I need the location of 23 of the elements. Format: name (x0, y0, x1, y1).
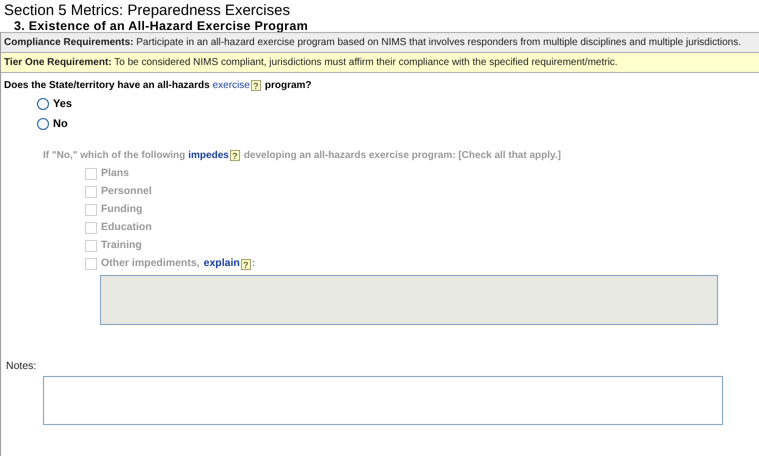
metric-title: 3. Existence of an All-Hazard Exercise Program (13, 20, 310, 32)
notes-label: Notes: (5, 359, 38, 374)
section-title: Section 5 Metrics: Preparedness Exercises (3, 1, 291, 20)
impediment-question: If "No," which of the following (43, 149, 186, 163)
question-text: Does the State/territory have an all-hazards (4, 79, 210, 93)
option-label: No (53, 116, 68, 132)
radio-button[interactable] (37, 98, 49, 110)
notes-field[interactable] (43, 376, 723, 425)
help-button[interactable]: ? (250, 80, 261, 91)
checkbox-label: Plans (101, 166, 130, 182)
checkbox-label: Training (101, 238, 142, 254)
radio-button[interactable] (37, 118, 49, 130)
checkbox-label: Education (101, 220, 152, 236)
checkbox-label: : (252, 256, 256, 272)
tier-one-text: Tier One Requirement: To be considered NIMS compliant, jurisdictions must affirm their compliance with the specified requirement/metric. (1, 53, 759, 73)
checkbox-label: Other impediments, (101, 256, 200, 272)
help-link[interactable]: exercise (212, 78, 250, 93)
checkbox-label: Personnel (101, 184, 152, 200)
compliance-text: Compliance Requirements: Participate in an all-hazard exercise program based on NIMS that involves responders from multiple disciplines and multiple jurisdictions. (1, 32, 759, 53)
question-text: program? (264, 79, 312, 93)
checkbox-label: Funding (101, 202, 142, 218)
option-label: Yes (53, 97, 72, 112)
impediment-question: developing an all-hazards exercise program: [Check all that apply.] (244, 149, 561, 163)
